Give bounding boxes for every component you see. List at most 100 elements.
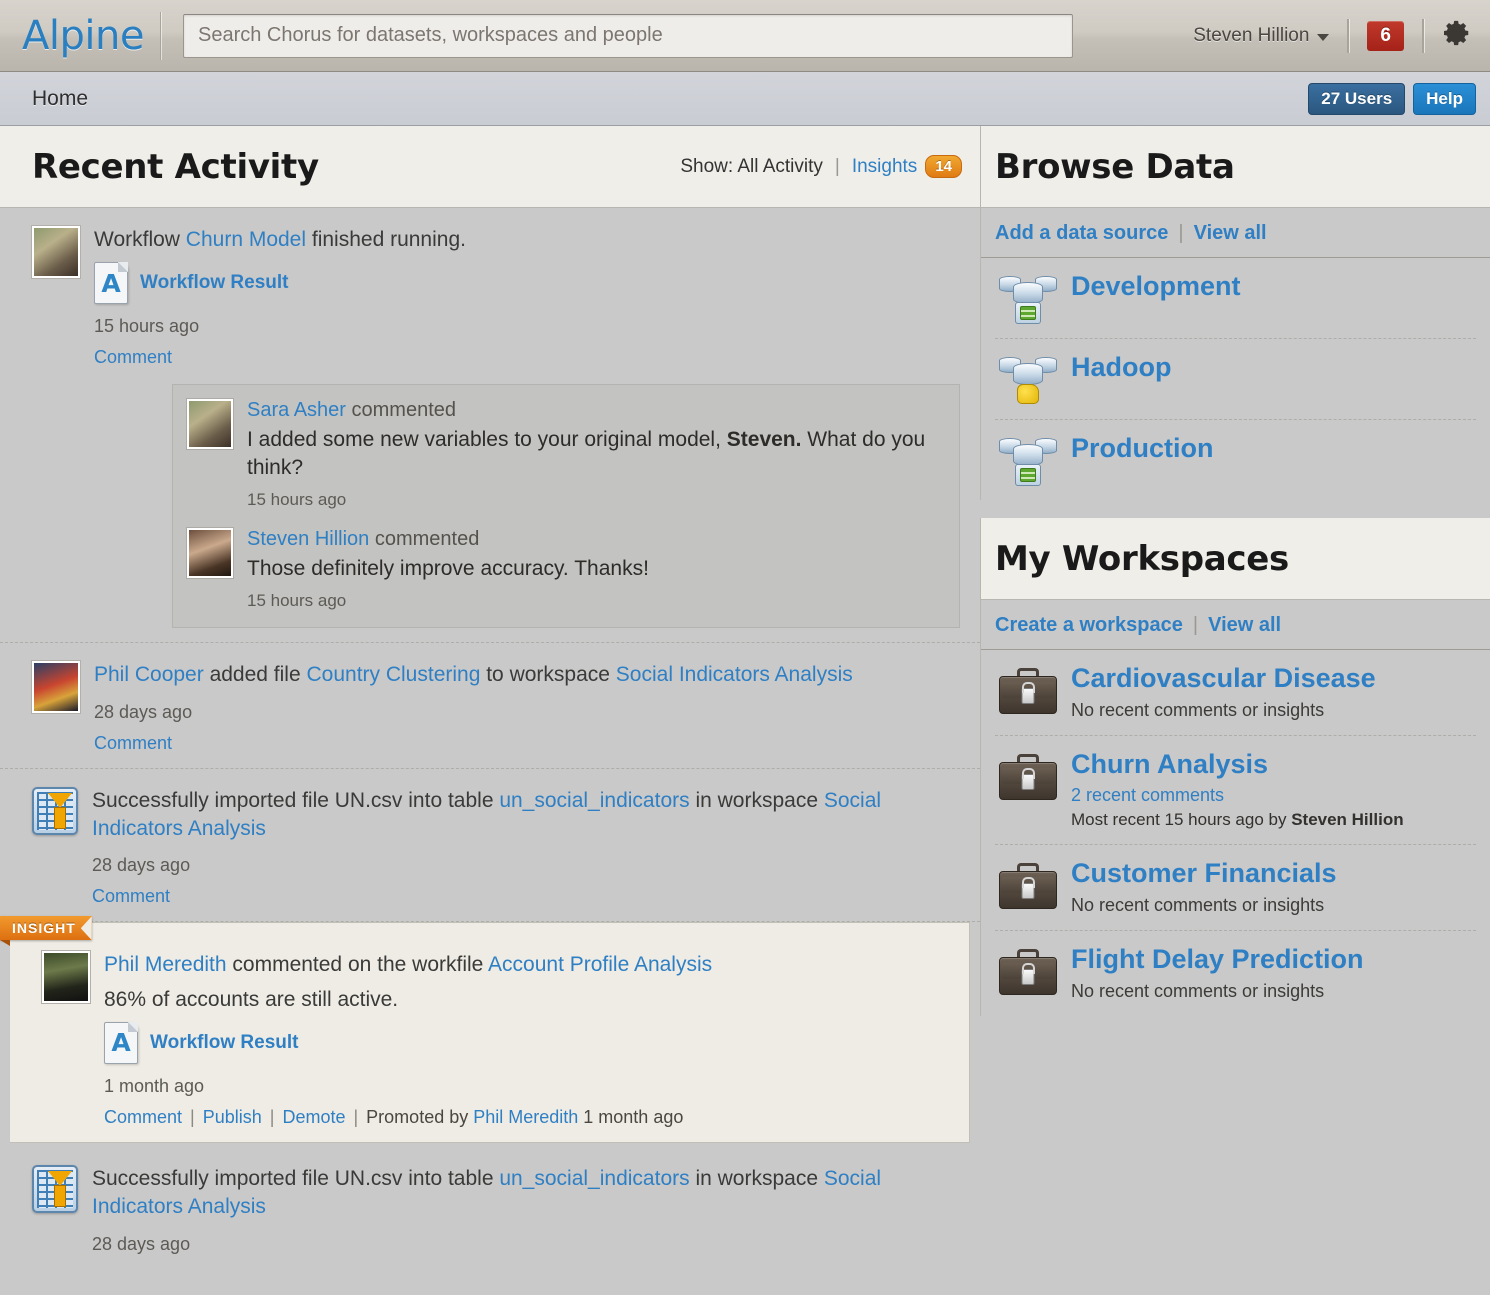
data-source-label[interactable]: Production xyxy=(1071,433,1214,464)
activity-item: Phil Cooper added file Country Clusterin… xyxy=(0,643,980,769)
activity-text-part: Workflow xyxy=(94,228,186,251)
view-all-workspaces-link[interactable]: View all xyxy=(1208,614,1281,636)
activity-timestamp: 15 hours ago xyxy=(94,316,200,337)
recent-activity-header: Recent Activity Show: All Activity | Ins… xyxy=(0,126,980,208)
user-link[interactable]: Phil Meredith xyxy=(104,953,227,976)
avatar[interactable] xyxy=(31,660,81,715)
briefcase-icon xyxy=(999,949,1057,996)
list-item[interactable]: Customer Financials No recent comments o… xyxy=(995,845,1476,932)
comment-action[interactable]: Comment xyxy=(104,1107,182,1127)
activity-item: Successfully imported file UN.csv into t… xyxy=(0,769,980,923)
file-link[interactable]: Country Clustering xyxy=(306,663,480,686)
user-link[interactable]: Phil Cooper xyxy=(94,663,204,686)
activity-text-part: Successfully imported file UN.csv into t… xyxy=(92,788,500,812)
list-item[interactable]: Hadoop xyxy=(995,339,1476,420)
activity-text: Successfully imported file UN.csv into t… xyxy=(92,1165,960,1222)
workflow-result-attachment[interactable]: A Workflow Result xyxy=(94,262,960,305)
comment: Steven Hillion commented Those definitel… xyxy=(186,526,941,611)
activity-actions: Comment xyxy=(94,733,960,754)
workflow-result-icon: A xyxy=(94,262,128,305)
workspace-list: Cardiovascular Disease No recent comment… xyxy=(981,650,1490,1016)
comment-author-link[interactable]: Steven Hillion xyxy=(247,528,369,550)
list-item[interactable]: Development xyxy=(995,258,1476,339)
data-source-list: Development Hadoop Production xyxy=(981,258,1490,500)
workspace-label[interactable]: Customer Financials xyxy=(1071,858,1337,889)
data-source-label[interactable]: Hadoop xyxy=(1071,352,1172,383)
comment-action[interactable]: Comment xyxy=(94,733,172,753)
breadcrumb-home[interactable]: Home xyxy=(32,87,88,111)
activity-text: Successfully imported file UN.csv into t… xyxy=(92,787,960,844)
comment-action[interactable]: Comment xyxy=(94,347,172,367)
browse-data-links: Add a data source | View all xyxy=(981,208,1490,258)
comment-author-link[interactable]: Sara Asher xyxy=(247,399,346,421)
add-data-source-link[interactable]: Add a data source xyxy=(995,222,1168,244)
comment-body-emphasis: Steven. xyxy=(726,428,802,452)
workflow-result-link[interactable]: Workflow Result xyxy=(140,272,289,294)
workflow-result-link[interactable]: Workflow Result xyxy=(150,1032,299,1054)
avatar[interactable] xyxy=(186,398,234,451)
activity-text-part: Successfully imported file UN.csv into t… xyxy=(92,1166,500,1190)
search-input[interactable] xyxy=(183,13,1073,58)
workflow-link[interactable]: Churn Model xyxy=(186,228,306,251)
hadoop-database-icon xyxy=(999,355,1057,405)
list-item[interactable]: Production xyxy=(995,420,1476,500)
insights-filter-link[interactable]: Insights xyxy=(852,156,917,178)
publish-action[interactable]: Publish xyxy=(203,1107,262,1127)
comment-body-part: I added some new variables to your origi… xyxy=(247,428,727,452)
browse-data-header: Browse Data xyxy=(980,126,1490,208)
my-workspaces-header: My Workspaces xyxy=(980,518,1490,600)
avatar[interactable] xyxy=(186,526,234,579)
workfile-link[interactable]: Account Profile Analysis xyxy=(488,953,712,976)
recent-comments-link[interactable]: 2 recent comments xyxy=(1071,785,1224,805)
workspace-label[interactable]: Churn Analysis xyxy=(1071,749,1268,779)
page-title: Recent Activity xyxy=(32,146,319,187)
activity-timestamp: 28 days ago xyxy=(92,1233,191,1254)
comment-body: Those definitely improve accuracy. Thank… xyxy=(247,556,649,580)
workspace-label[interactable]: Flight Delay Prediction xyxy=(1071,944,1364,974)
list-item[interactable]: Churn Analysis 2 recent comments Most re… xyxy=(995,736,1476,846)
table-link[interactable]: un_social_indicators xyxy=(499,1167,689,1190)
workspace-recent-activity: Most recent 15 hours ago by Steven Hilli… xyxy=(1071,810,1404,830)
app-logo[interactable]: Alpine xyxy=(0,16,160,56)
list-item[interactable]: Flight Delay Prediction No recent commen… xyxy=(995,931,1476,1016)
activity-feed: Workflow Churn Model finished running. A… xyxy=(0,208,980,1295)
demote-action[interactable]: Demote xyxy=(282,1107,345,1127)
divider xyxy=(1422,18,1424,53)
comment-header: Steven Hillion commented xyxy=(247,528,649,551)
create-workspace-link[interactable]: Create a workspace xyxy=(995,614,1183,636)
avatar[interactable] xyxy=(31,225,81,279)
import-file-icon xyxy=(32,786,78,835)
activity-actions: Comment xyxy=(92,886,960,907)
activity-item: Workflow Churn Model finished running. A… xyxy=(0,208,980,644)
gear-icon[interactable] xyxy=(1442,18,1472,53)
workspace-label[interactable]: Cardiovascular Disease xyxy=(1071,663,1376,693)
help-button[interactable]: Help xyxy=(1413,82,1476,115)
activity-timestamp: 28 days ago xyxy=(92,855,191,876)
data-source-label[interactable]: Development xyxy=(1071,271,1241,302)
notification-badge[interactable]: 6 xyxy=(1367,20,1404,51)
chevron-down-icon[interactable] xyxy=(1317,33,1330,41)
comment-verb: commented xyxy=(374,527,480,550)
comment-timestamp: 15 hours ago xyxy=(247,489,347,509)
users-count-button[interactable]: 27 Users xyxy=(1308,82,1406,115)
workspace-subtext: No recent comments or insights xyxy=(1071,980,1325,1001)
promoted-prefix: Promoted by xyxy=(366,1106,474,1127)
activity-text-part: to workspace xyxy=(480,663,616,687)
table-link[interactable]: un_social_indicators xyxy=(499,789,689,812)
avatar[interactable] xyxy=(41,950,91,1005)
activity-filter-tools: Show: All Activity | Insights 14 xyxy=(680,155,962,178)
activity-filter-label[interactable]: Show: All Activity xyxy=(680,156,823,178)
insights-count-badge[interactable]: 14 xyxy=(925,155,962,178)
promoted-by-link[interactable]: Phil Meredith xyxy=(473,1107,578,1127)
user-menu-label[interactable]: Steven Hillion xyxy=(1193,25,1317,47)
workflow-result-attachment[interactable]: A Workflow Result xyxy=(104,1021,949,1064)
comment-body: I added some new variables to your origi… xyxy=(247,426,941,481)
insight-body: 86% of accounts are still active. xyxy=(104,987,399,1011)
my-workspaces-panel: Create a workspace | View all Cardiovascul… xyxy=(980,600,1490,1016)
browse-data-panel: Add a data source|View all Development xyxy=(980,208,1490,500)
view-all-data-sources-link[interactable]: View all xyxy=(1194,222,1267,244)
workspace-link[interactable]: Social Indicators Analysis xyxy=(616,663,853,686)
comment-timestamp: 15 hours ago xyxy=(247,591,347,611)
list-item[interactable]: Cardiovascular Disease No recent comment… xyxy=(995,650,1476,736)
comment-action[interactable]: Comment xyxy=(92,886,170,906)
